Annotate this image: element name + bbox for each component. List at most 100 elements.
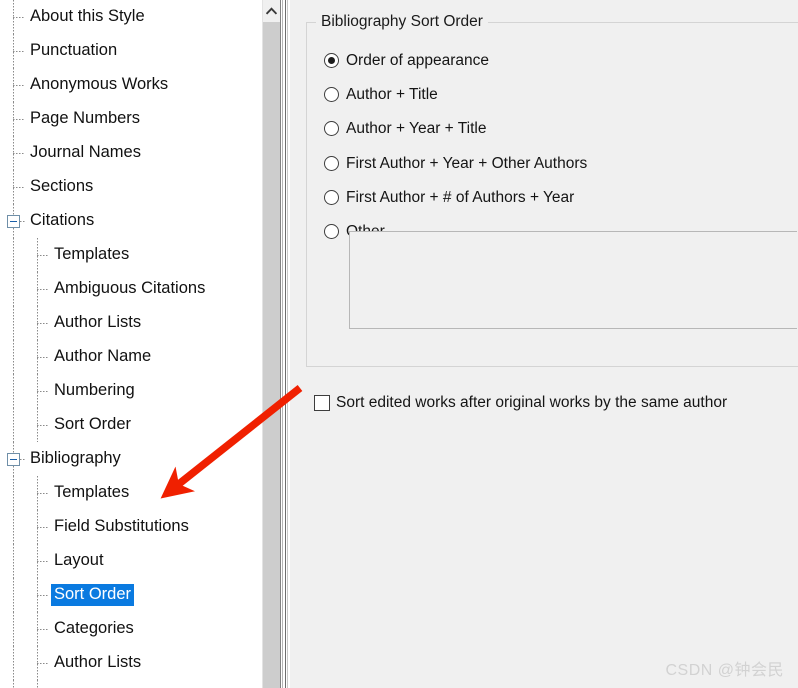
- tree-connector-tick: [37, 629, 49, 630]
- tree-connector-tick: [37, 595, 49, 596]
- tree-connector-tick: [20, 221, 26, 222]
- tree-item-label: Templates: [54, 483, 130, 502]
- tree-connector-line: [13, 646, 14, 680]
- tree-connector-tick: [37, 561, 49, 562]
- sort-order-settings-pane: Bibliography Sort Order Order of appeara…: [290, 0, 798, 688]
- radio-button-icon[interactable]: [324, 53, 339, 69]
- radio-option-4[interactable]: First Author + # of Authors + Year: [324, 190, 574, 206]
- radio-option-2[interactable]: Author + Year + Title: [324, 121, 486, 137]
- tree-item-author-name[interactable]: Author Name: [0, 680, 262, 688]
- radio-option-label: Author + Year + Title: [346, 120, 487, 137]
- tree-item-about-this-style[interactable]: About this Style: [0, 0, 262, 34]
- tree-item-citations[interactable]: Citations: [0, 204, 262, 238]
- tree-item-label: Author Lists: [54, 313, 142, 332]
- tree-connector-tick: [37, 289, 49, 290]
- tree-item-label: Numbering: [54, 381, 135, 400]
- tree-connector-tick: [13, 119, 25, 120]
- style-navigation-tree[interactable]: About this Style Punctuation Anonymous Wor…: [0, 0, 262, 688]
- tree-item-label: Ambiguous Citations: [54, 279, 206, 298]
- tree-item-label: Anonymous Works: [30, 75, 169, 94]
- tree-connector-line: [13, 374, 14, 408]
- other-sort-order-input[interactable]: [349, 231, 797, 329]
- tree-item-label: Templates: [54, 245, 130, 264]
- tree-item-sections[interactable]: Sections: [0, 170, 262, 204]
- scroll-up-button[interactable]: [263, 0, 280, 21]
- sort-edited-works-label: Sort edited works after original works b…: [336, 394, 728, 412]
- tree-item-sort-order[interactable]: Sort Order: [0, 578, 262, 612]
- radio-button-icon[interactable]: [324, 87, 339, 103]
- divider-line: [282, 0, 283, 688]
- chevron-up-icon: [266, 6, 277, 15]
- tree-connector-tick: [13, 17, 25, 18]
- divider-line: [285, 0, 286, 688]
- tree-item-label: Author Name: [54, 347, 152, 366]
- tree-item-punctuation[interactable]: Punctuation: [0, 34, 262, 68]
- groupbox-title: Bibliography Sort Order: [316, 13, 488, 31]
- tree-item-journal-names[interactable]: Journal Names: [0, 136, 262, 170]
- radio-option-label: First Author + Year + Other Authors: [346, 155, 588, 172]
- tree-item-page-numbers[interactable]: Page Numbers: [0, 102, 262, 136]
- scrollbar-thumb[interactable]: [263, 22, 280, 688]
- tree-item-label: Bibliography: [30, 449, 121, 468]
- tree-item-label: Punctuation: [30, 41, 118, 60]
- tree-item-label: Categories: [54, 619, 134, 638]
- tree-item-categories[interactable]: Categories: [0, 612, 262, 646]
- tree-connector-tick: [13, 51, 25, 52]
- tree-item-anonymous-works[interactable]: Anonymous Works: [0, 68, 262, 102]
- tree-connector-line: [13, 238, 14, 272]
- tree-item-bibliography[interactable]: Bibliography: [0, 442, 262, 476]
- tree-connector-tick: [37, 493, 49, 494]
- radio-button-icon[interactable]: [324, 224, 339, 240]
- radio-option-label: Order of appearance: [346, 52, 490, 69]
- tree-item-sort-order[interactable]: Sort Order: [0, 408, 262, 442]
- tree-collapse-icon[interactable]: [7, 215, 20, 228]
- style-editor-window: About this Style Punctuation Anonymous Wor…: [0, 0, 798, 688]
- tree-item-ambiguous-citations[interactable]: Ambiguous Citations: [0, 272, 262, 306]
- tree-connector-tick: [37, 663, 49, 664]
- tree-connector-tick: [37, 323, 49, 324]
- tree-connector-line: [13, 340, 14, 374]
- divider-line: [287, 0, 288, 688]
- tree-connector-tick: [37, 527, 49, 528]
- tree-scrollbar[interactable]: [262, 0, 280, 688]
- tree-item-author-lists[interactable]: Author Lists: [0, 646, 262, 680]
- radio-button-icon[interactable]: [324, 190, 339, 206]
- tree-item-author-name[interactable]: Author Name: [0, 340, 262, 374]
- tree-connector-line: [13, 306, 14, 340]
- tree-connector-line: [37, 680, 38, 688]
- checkbox-box[interactable]: [314, 395, 330, 411]
- tree-connector-tick: [37, 357, 49, 358]
- radio-button-icon[interactable]: [324, 156, 339, 172]
- radio-option-1[interactable]: Author + Title: [324, 87, 438, 103]
- tree-item-templates[interactable]: Templates: [0, 476, 262, 510]
- tree-connector-line: [13, 476, 14, 510]
- tree-connector-tick: [13, 187, 25, 188]
- tree-connector-line: [13, 510, 14, 544]
- tree-item-label: Field Substitutions: [54, 517, 189, 536]
- tree-connector-tick: [13, 153, 25, 154]
- sort-edited-works-checkbox[interactable]: Sort edited works after original works b…: [314, 395, 727, 411]
- tree-item-label: About this Style: [30, 7, 145, 26]
- radio-option-label: First Author + # of Authors + Year: [346, 189, 575, 206]
- tree-connector-line: [13, 578, 14, 612]
- tree-item-label: Page Numbers: [30, 109, 141, 128]
- tree-connector-line: [13, 272, 14, 306]
- radio-option-0[interactable]: Order of appearance: [324, 53, 489, 69]
- tree-item-field-substitutions[interactable]: Field Substitutions: [0, 510, 262, 544]
- tree-item-label: Sort Order: [51, 584, 135, 606]
- tree-item-templates[interactable]: Templates: [0, 238, 262, 272]
- tree-collapse-icon[interactable]: [7, 453, 20, 466]
- tree-connector-tick: [13, 85, 25, 86]
- tree-connector-line: [13, 544, 14, 578]
- tree-item-numbering[interactable]: Numbering: [0, 374, 262, 408]
- tree-item-layout[interactable]: Layout: [0, 544, 262, 578]
- tree-connector-line: [13, 612, 14, 646]
- tree-connector-tick: [37, 255, 49, 256]
- tree-item-label: Layout: [54, 551, 104, 570]
- tree-connector-line: [13, 408, 14, 442]
- radio-button-icon[interactable]: [324, 121, 339, 137]
- radio-option-3[interactable]: First Author + Year + Other Authors: [324, 156, 587, 172]
- tree-item-author-lists[interactable]: Author Lists: [0, 306, 262, 340]
- radio-option-label: Author + Title: [346, 86, 438, 103]
- tree-item-label: Sections: [30, 177, 94, 196]
